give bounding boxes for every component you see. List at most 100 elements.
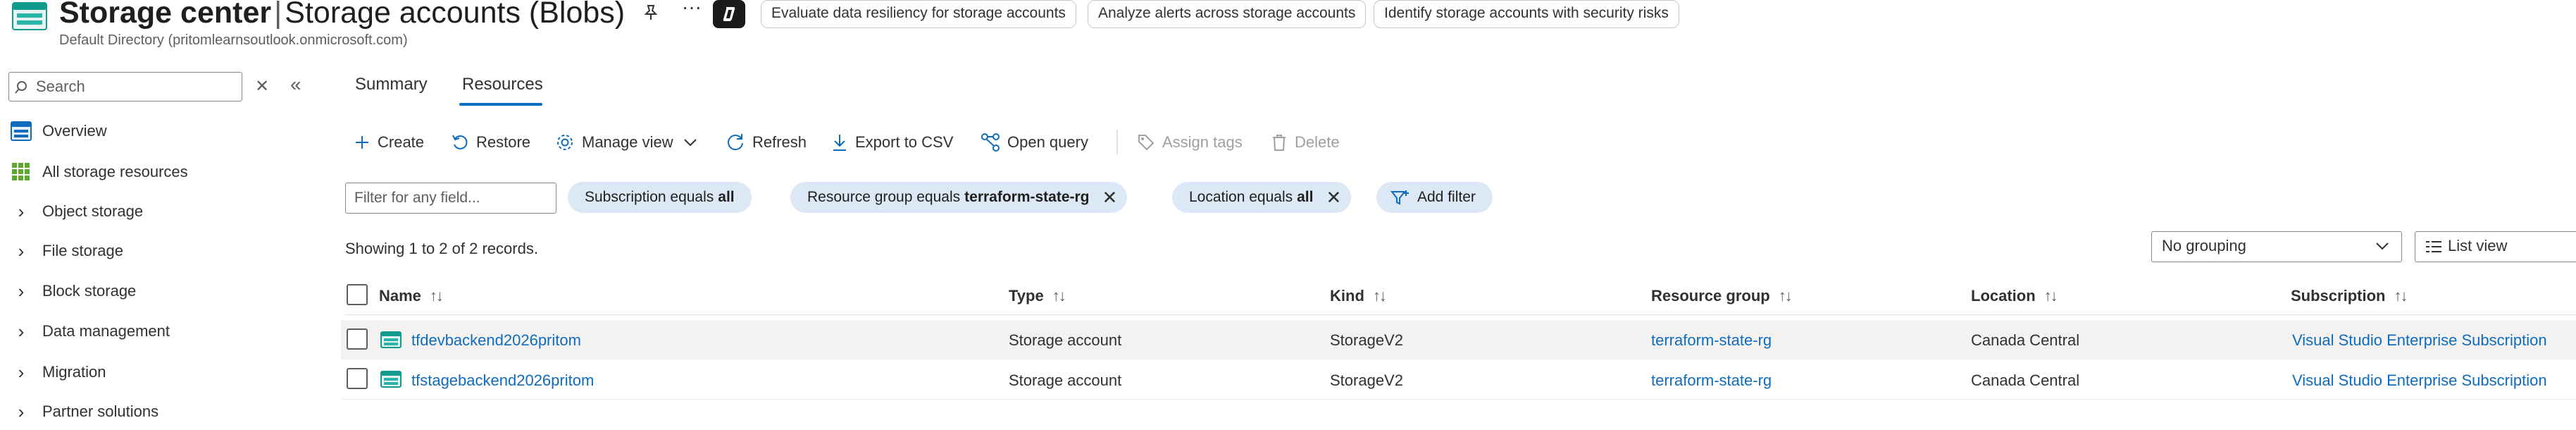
add-filter-icon: [1390, 189, 1410, 206]
filter-input[interactable]: [346, 183, 556, 213]
sidebar-item-partner-solutions[interactable]: › Partner solutions: [0, 393, 331, 430]
storage-center-icon: [11, 1, 48, 31]
sidebar-item-label: File storage: [42, 242, 123, 259]
row-kind: StorageV2: [1330, 331, 1403, 349]
sidebar-search-input[interactable]: [35, 76, 232, 97]
trash-icon: [1271, 133, 1288, 152]
sidebar-item-block-storage[interactable]: › Block storage: [0, 273, 331, 309]
sidebar-item-file-storage[interactable]: › File storage: [0, 233, 331, 269]
page-title: Storage center|Storage accounts (Blobs): [59, 0, 625, 32]
row-resource-group-link[interactable]: terraform-state-rg: [1651, 331, 1772, 350]
filter-pill-location[interactable]: Location equals all ✕: [1172, 182, 1352, 213]
remove-filter-icon[interactable]: ✕: [1102, 182, 1118, 213]
sidebar-item-data-management[interactable]: › Data management: [0, 313, 331, 350]
sidebar-item-label: Object storage: [42, 202, 144, 220]
sidebar-item-label: All storage resources: [42, 163, 188, 180]
row-name-link[interactable]: tfdevbackend2026pritom: [411, 331, 581, 350]
delete-button[interactable]: Delete: [1271, 127, 1340, 158]
sidebar-search[interactable]: [8, 72, 242, 102]
sidebar-item-label: Data management: [42, 322, 170, 340]
column-header-resource-group[interactable]: Resource group ↑↓: [1651, 287, 1793, 305]
tab-resources[interactable]: Resources: [462, 75, 543, 94]
sort-icon: ↑↓: [1372, 287, 1387, 305]
sidebar-item-label: Migration: [42, 363, 106, 381]
chevron-right-icon: ›: [18, 200, 25, 222]
row-subscription-link[interactable]: Visual Studio Enterprise Subscription: [2292, 331, 2547, 350]
row-type: Storage account: [1009, 331, 1122, 349]
chevron-right-icon: ›: [18, 400, 25, 422]
chevron-down-icon: [2375, 238, 2390, 254]
storage-account-icon: [380, 331, 402, 348]
prompt-chip-resiliency[interactable]: Evaluate data resiliency for storage acc…: [761, 0, 1076, 28]
storage-overview-icon: [0, 121, 42, 141]
gear-icon: [555, 133, 575, 152]
page-title-sub: Storage accounts (Blobs): [285, 0, 626, 30]
more-options-icon[interactable]: ···: [678, 0, 706, 25]
query-icon: [981, 133, 1000, 152]
download-icon: [831, 133, 848, 152]
row-checkbox[interactable]: [347, 368, 368, 389]
sidebar-item-object-storage[interactable]: › Object storage: [0, 193, 331, 230]
search-icon: [13, 80, 29, 95]
column-header-type[interactable]: Type ↑↓: [1009, 287, 1066, 305]
remove-filter-icon[interactable]: ✕: [1326, 182, 1341, 213]
sidebar-item-label: Partner solutions: [42, 403, 159, 420]
sort-icon: ↑↓: [1778, 287, 1793, 305]
table-row[interactable]: [341, 320, 2576, 360]
tag-icon: [1137, 133, 1155, 152]
table-header-divider: [345, 314, 2576, 315]
copilot-icon[interactable]: [713, 0, 745, 28]
assign-tags-button[interactable]: Assign tags: [1137, 127, 1243, 158]
view-selector[interactable]: List view: [2415, 231, 2576, 262]
row-name-link[interactable]: tfstagebackend2026pritom: [411, 371, 594, 390]
filter-field[interactable]: [345, 183, 556, 214]
collapse-sidebar-icon[interactable]: «: [290, 73, 301, 96]
chevron-right-icon: ›: [18, 320, 25, 342]
refresh-icon: [726, 133, 745, 152]
page-title-main: Storage center: [59, 0, 272, 30]
chevron-down-icon: [683, 138, 697, 147]
table-row[interactable]: [341, 360, 2576, 400]
sort-icon: ↑↓: [2394, 287, 2408, 305]
sidebar-item-all-storage-resources[interactable]: All storage resources: [0, 154, 331, 190]
prompt-chip-alerts[interactable]: Analyze alerts across storage accounts: [1088, 0, 1367, 28]
pin-icon[interactable]: [638, 0, 664, 25]
chevron-right-icon: ›: [18, 240, 25, 262]
filter-pill-subscription[interactable]: Subscription equals all: [568, 182, 752, 213]
tab-selected-indicator: [459, 103, 542, 106]
records-count: Showing 1 to 2 of 2 records.: [345, 240, 538, 257]
create-button[interactable]: Create: [354, 127, 424, 158]
open-query-button[interactable]: Open query: [981, 127, 1088, 158]
refresh-button[interactable]: Refresh: [726, 127, 807, 158]
directory-name: Default Directory (pritomlearnsoutlook.o…: [59, 32, 408, 48]
sidebar-item-label: Block storage: [42, 282, 137, 300]
clear-search-icon[interactable]: ✕: [255, 76, 269, 97]
grid-icon: [0, 162, 42, 182]
restore-button[interactable]: Restore: [451, 127, 530, 158]
column-header-location[interactable]: Location ↑↓: [1971, 287, 2058, 305]
row-location: Canada Central: [1971, 331, 2080, 349]
chevron-right-icon: ›: [18, 280, 25, 302]
sidebar-item-overview[interactable]: Overview: [0, 113, 331, 149]
sidebar-item-label: Overview: [42, 122, 107, 140]
list-view-icon: [2425, 240, 2442, 253]
sort-icon: ↑↓: [1052, 287, 1066, 305]
tab-summary[interactable]: Summary: [355, 75, 428, 94]
add-filter-button[interactable]: Add filter: [1376, 182, 1493, 213]
row-resource-group-link[interactable]: terraform-state-rg: [1651, 371, 1772, 390]
prompt-chip-security[interactable]: Identify storage accounts with security …: [1374, 0, 1679, 28]
sidebar-item-migration[interactable]: › Migration: [0, 354, 331, 391]
column-header-kind[interactable]: Kind ↑↓: [1330, 287, 1387, 305]
export-csv-button[interactable]: Export to CSV: [831, 127, 953, 158]
row-checkbox[interactable]: [347, 328, 368, 350]
select-all-checkbox[interactable]: [347, 284, 368, 305]
manage-view-button[interactable]: Manage view: [555, 127, 697, 158]
chevron-right-icon: ›: [18, 361, 25, 383]
column-header-subscription[interactable]: Subscription ↑↓: [2291, 287, 2408, 305]
filter-pill-resource-group[interactable]: Resource group equals terraform-state-rg …: [790, 182, 1128, 213]
storage-account-icon: [380, 371, 402, 388]
column-header-name[interactable]: Name ↑↓: [379, 287, 444, 305]
grouping-dropdown[interactable]: No grouping: [2151, 231, 2402, 262]
row-location: Canada Central: [1971, 371, 2080, 389]
row-subscription-link[interactable]: Visual Studio Enterprise Subscription: [2292, 371, 2547, 390]
